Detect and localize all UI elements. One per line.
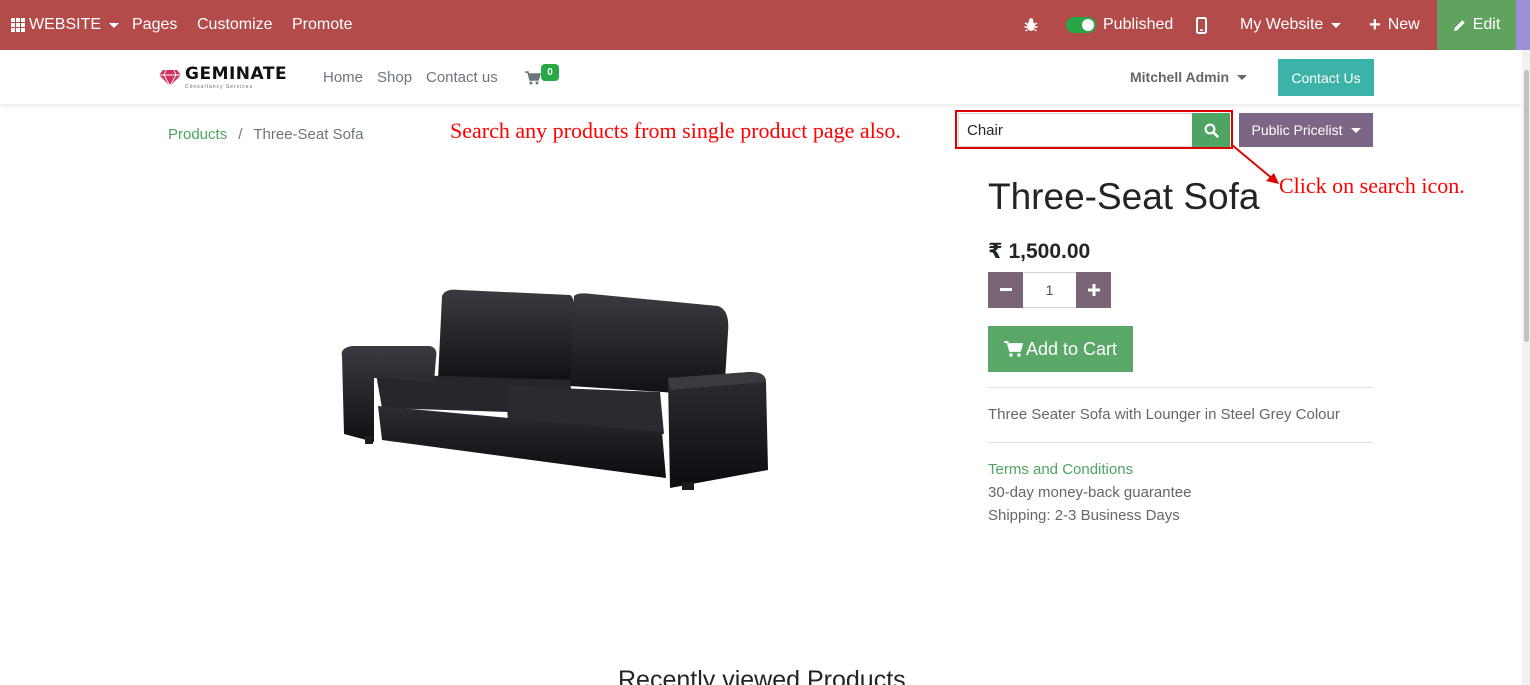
- new-label: New: [1387, 16, 1420, 33]
- cart-icon: [1003, 341, 1023, 357]
- edit-label: Edit: [1472, 16, 1501, 33]
- admin-topbar: WEBSITE Pages Customize Promote Publishe…: [0, 0, 1530, 50]
- site-logo[interactable]: GEMINATE Consultancy Services: [158, 66, 287, 90]
- customize-menu[interactable]: Customize: [197, 0, 273, 50]
- terms-link[interactable]: Terms and Conditions: [988, 461, 1133, 478]
- scrollbar-thumb[interactable]: [1524, 70, 1529, 342]
- my-website-label: My Website: [1240, 16, 1324, 33]
- nav-home[interactable]: Home: [323, 69, 363, 86]
- chevron-down-icon: [1331, 22, 1342, 28]
- breadcrumb-separator: /: [238, 126, 243, 143]
- my-website-menu[interactable]: My Website: [1240, 0, 1342, 50]
- debug-icon[interactable]: [1023, 0, 1039, 50]
- quantity-input[interactable]: 1: [1023, 272, 1076, 308]
- diamond-logo-icon: [159, 69, 181, 87]
- pages-menu[interactable]: Pages: [132, 0, 177, 50]
- plus-icon: [1087, 284, 1100, 296]
- cart-link[interactable]: 0: [524, 64, 564, 88]
- product-price: ₹ 1,500.00: [988, 240, 1091, 263]
- quantity-decrease-button[interactable]: [988, 272, 1023, 308]
- divider: [988, 442, 1373, 443]
- search-annotation: Search any products from single product …: [450, 118, 901, 143]
- promote-menu[interactable]: Promote: [292, 0, 352, 50]
- chevron-down-icon: [1350, 127, 1361, 133]
- nav-contact-us[interactable]: Contact us: [426, 69, 498, 86]
- product-image: [341, 289, 768, 490]
- user-menu[interactable]: Mitchell Admin: [1130, 69, 1248, 85]
- shipping-text: Shipping: 2-3 Business Days: [988, 507, 1180, 524]
- contact-us-button[interactable]: Contact Us: [1278, 59, 1374, 96]
- product-title: Three-Seat Sofa: [988, 176, 1260, 217]
- pricelist-label: Public Pricelist: [1251, 122, 1343, 138]
- cart-count-badge: 0: [541, 64, 559, 81]
- pricelist-dropdown[interactable]: Public Pricelist: [1239, 113, 1373, 147]
- logo-subtext: Consultancy Services: [185, 84, 254, 90]
- published-label: Published: [1103, 16, 1174, 33]
- apps-grid-icon: [11, 18, 25, 32]
- logo-text: GEMINATE: [185, 64, 288, 84]
- quantity-increase-button[interactable]: [1076, 272, 1111, 308]
- published-toggle[interactable]: Published: [1066, 0, 1173, 50]
- toggle-switch[interactable]: [1066, 17, 1096, 33]
- search-highlight-box: [955, 110, 1233, 149]
- recently-viewed-heading: Recently viewed Products: [618, 666, 906, 685]
- add-to-cart-label: Add to Cart: [1025, 338, 1118, 359]
- mobile-preview-icon[interactable]: [1196, 0, 1207, 50]
- plus-icon: +: [1369, 14, 1381, 36]
- breadcrumb-products-link[interactable]: Products: [168, 126, 227, 143]
- nav-shop[interactable]: Shop: [377, 69, 412, 86]
- click-annotation: Click on search icon.: [1279, 173, 1465, 198]
- new-button[interactable]: + New: [1369, 0, 1420, 50]
- product-description: Three Seater Sofa with Lounger in Steel …: [988, 406, 1340, 423]
- chevron-down-icon: [1237, 74, 1248, 80]
- topbar-edge-strip: [1516, 0, 1530, 50]
- edit-button[interactable]: Edit: [1437, 0, 1516, 50]
- chevron-down-icon: [109, 22, 120, 28]
- pencil-icon: [1453, 19, 1465, 31]
- user-name: Mitchell Admin: [1130, 69, 1230, 85]
- breadcrumb: Products / Three-Seat Sofa: [168, 126, 363, 143]
- breadcrumb-current: Three-Seat Sofa: [253, 126, 364, 143]
- minus-icon: [999, 288, 1012, 291]
- guarantee-text: 30-day money-back guarantee: [988, 484, 1192, 501]
- website-menu-label: WEBSITE: [29, 16, 102, 33]
- site-header: GEMINATE Consultancy Services Home Shop …: [0, 50, 1522, 104]
- cart-icon: [525, 71, 541, 85]
- add-to-cart-button[interactable]: Add to Cart: [988, 326, 1133, 372]
- divider: [988, 387, 1373, 388]
- website-menu[interactable]: WEBSITE: [11, 0, 120, 50]
